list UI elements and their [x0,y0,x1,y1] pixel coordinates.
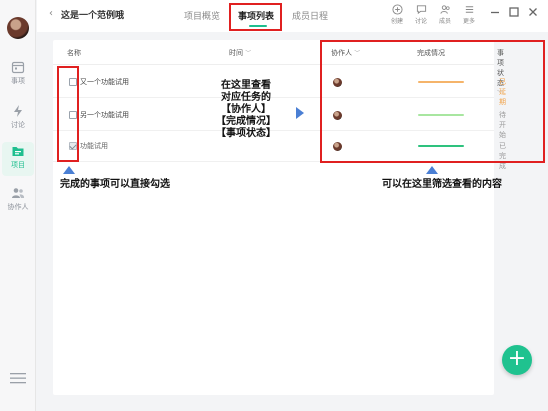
more-label: 更多 [462,18,475,25]
top-bar: ‹ 这是一个范例哦 项目概览 事项列表 成员日程 创建 讨论 成员 更多 [37,0,548,32]
user-avatar[interactable] [7,17,29,39]
annotation-middle-line: 【事项状态】 [216,128,276,139]
task-name[interactable]: 另一个功能试用 [80,110,129,120]
discuss-label: 讨论 [414,18,427,25]
sidebar-item-label: 协作人 [7,203,29,211]
members-icon [439,5,450,14]
annotation-middle-line: 【协作人】 [221,104,271,115]
minimize-icon[interactable] [489,6,501,18]
calendar-icon [11,61,25,74]
sidebar-item-collaborators[interactable]: 协作人 [2,184,34,218]
annotation-middle: 在这里查看 对应任务的 【协作人】 【完成情况】 【事项状态】 [207,80,285,140]
hamburger-menu-icon[interactable] [10,372,26,384]
folder-icon [12,147,24,156]
column-header-time[interactable]: 时间 ﹀ [229,48,251,58]
annotation-middle-line: 在这里查看 [221,80,271,91]
annotation-right: 可以在这里筛选查看的内容 [382,179,502,190]
annotation-arrow-up-icon [426,166,438,174]
left-sidebar: 事项 讨论 项目 协作人 [0,0,36,411]
task-name[interactable]: 又一个功能试用 [80,77,129,87]
create-button[interactable]: 创建 [387,4,407,25]
lightning-icon [14,105,22,117]
annotation-box-checkboxes [57,66,79,162]
project-title: 这是一个范例哦 [61,11,125,21]
annotation-arrow-up-icon [63,166,75,174]
plus-circle-icon [391,4,403,15]
add-task-button[interactable]: + [502,345,532,375]
menu-icon [465,6,473,13]
annotation-middle-line: 【完成情况】 [216,116,276,127]
chevron-left-icon[interactable]: ‹ [49,8,53,19]
chevron-down-icon: ﹀ [245,50,252,57]
chat-icon [416,5,426,15]
column-header-name[interactable]: 名称 [67,48,81,58]
maximize-icon[interactable] [508,6,520,18]
column-header-time-label: 时间 [229,49,243,57]
sidebar-item-label: 项目 [11,161,25,169]
close-icon[interactable] [527,6,539,18]
tab-overview[interactable]: 项目概览 [184,9,220,22]
sidebar-item-label: 讨论 [11,121,25,129]
discuss-button[interactable]: 讨论 [411,4,431,25]
annotation-left: 完成的事项可以直接勾选 [60,179,170,190]
annotation-arrow-right-icon [296,107,304,119]
sidebar-item-tasks[interactable]: 事项 [2,58,34,92]
create-label: 创建 [390,18,403,25]
tab-member-schedule[interactable]: 成员日程 [292,9,328,22]
annotation-box-columns [320,40,545,163]
sidebar-item-discuss[interactable]: 讨论 [2,102,34,136]
people-icon [12,188,25,198]
more-button[interactable]: 更多 [459,4,479,25]
sidebar-item-projects[interactable]: 项目 [2,142,34,176]
sidebar-item-label: 事项 [11,77,25,85]
annotation-box-tab [229,3,282,31]
members-label: 成员 [438,18,451,25]
members-button[interactable]: 成员 [435,4,455,25]
annotation-middle-line: 对应任务的 [221,92,271,103]
task-name[interactable]: 功能试用 [80,141,108,151]
